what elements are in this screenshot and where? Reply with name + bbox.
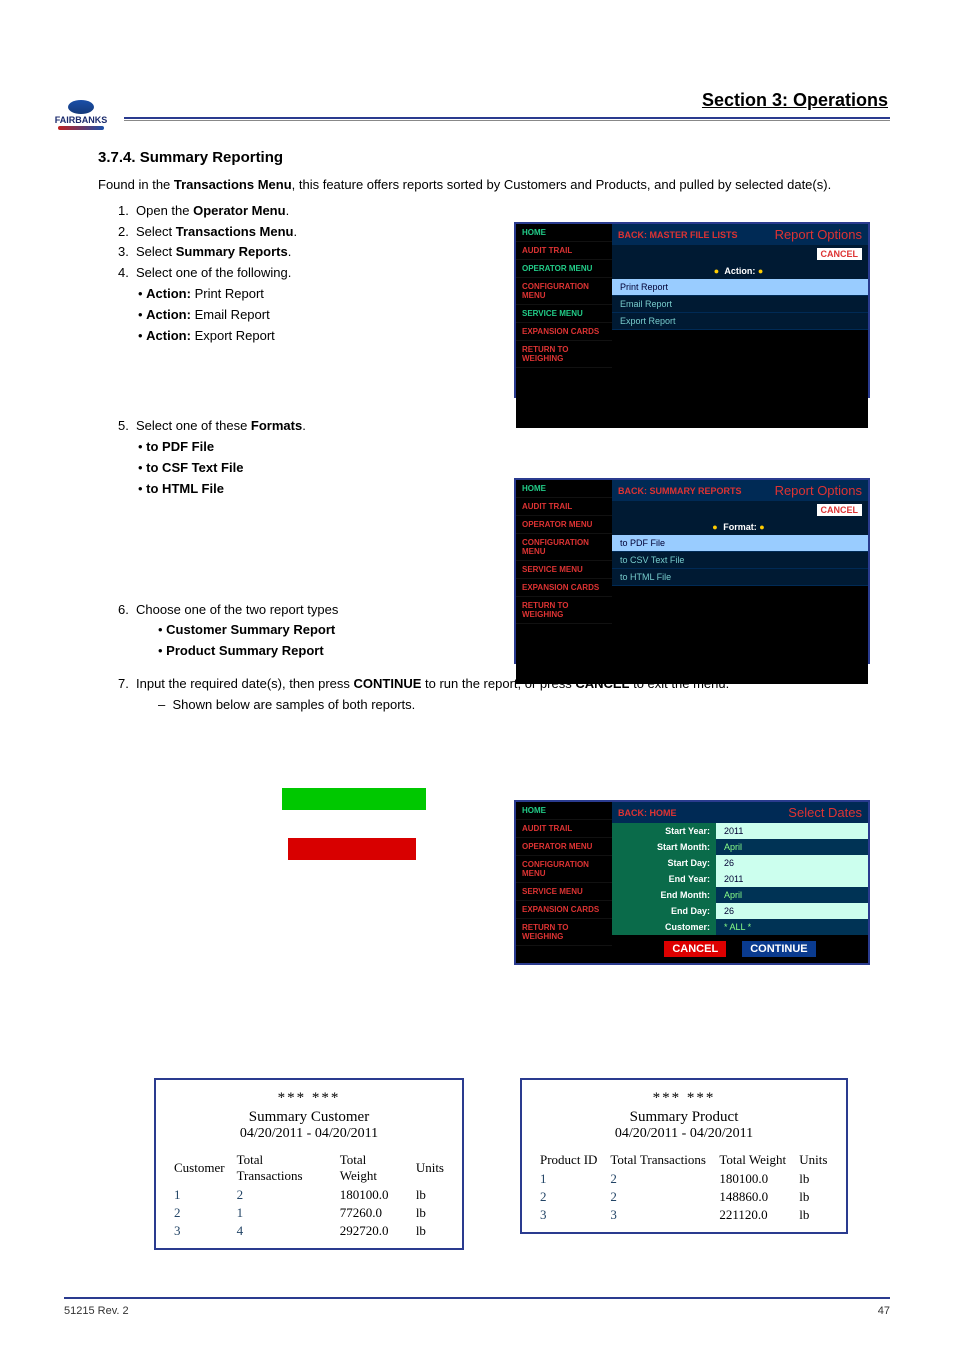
nav-service-menu[interactable]: SERVICE MENU — [516, 305, 612, 323]
table-row: 22148860.0lb — [534, 1188, 834, 1206]
nav-expansion-cards[interactable]: EXPANSION CARDS — [516, 579, 612, 597]
input-start-month[interactable]: April — [716, 839, 868, 855]
panel-title: Select Dates — [788, 805, 862, 820]
nav-operator-menu[interactable]: OPERATOR MENU — [516, 838, 612, 856]
opt-email-report[interactable]: Email Report — [612, 296, 868, 313]
nav-expansion-cards[interactable]: EXPANSION CARDS — [516, 901, 612, 919]
cancel-button[interactable]: CANCEL — [664, 941, 726, 957]
sample-product-report: *** *** Summary Product 04/20/2011 - 04/… — [520, 1078, 848, 1234]
intro-paragraph: Found in the Transactions Menu, this fea… — [98, 176, 890, 195]
step-7-note: – Shown below are samples of both report… — [158, 695, 890, 716]
input-end-month[interactable]: April — [716, 887, 868, 903]
nav-audit-trail[interactable]: AUDIT TRAIL — [516, 242, 612, 260]
nav-audit-trail[interactable]: AUDIT TRAIL — [516, 498, 612, 516]
input-start-day[interactable]: 26 — [716, 855, 868, 871]
table-row: 2177260.0lb — [168, 1204, 450, 1222]
table-row: 12180100.0lb — [168, 1186, 450, 1204]
panel-title: Report Options — [775, 227, 862, 242]
table-row: 12180100.0lb — [534, 1170, 834, 1188]
footer-page-number: 47 — [878, 1305, 890, 1317]
format-label: Format: — [723, 522, 757, 532]
card-title: Summary Product — [534, 1109, 834, 1126]
sample-customer-report: *** *** Summary Customer 04/20/2011 - 04… — [154, 1078, 464, 1250]
subsection-heading: 3.7.4. Summary Reporting — [98, 149, 890, 166]
nav-return-weighing[interactable]: RETURN TO WEIGHING — [516, 597, 612, 624]
screenshot-select-dates: HOME AUDIT TRAIL OPERATOR MENU CONFIGURA… — [514, 800, 870, 965]
page-footer: 51215 Rev. 2 47 — [64, 1297, 890, 1317]
nav-expansion-cards[interactable]: EXPANSION CARDS — [516, 323, 612, 341]
cancel-button[interactable]: CANCEL — [817, 248, 863, 260]
opt-export-report[interactable]: Export Report — [612, 313, 868, 330]
input-end-day[interactable]: 26 — [716, 903, 868, 919]
nav-config-menu[interactable]: CONFIGURATION MENU — [516, 856, 612, 883]
label-end-day: End Day: — [612, 903, 716, 919]
input-start-year[interactable]: 2011 — [716, 823, 868, 839]
nav-return-weighing[interactable]: RETURN TO WEIGHING — [516, 919, 612, 946]
label-start-year: Start Year: — [612, 823, 716, 839]
nav-home[interactable]: HOME — [516, 224, 612, 242]
label-start-day: Start Day: — [612, 855, 716, 871]
footer-doc-rev: 51215 Rev. 2 — [64, 1305, 129, 1317]
nav-operator-menu[interactable]: OPERATOR MENU — [516, 516, 612, 534]
opt-to-csv[interactable]: to CSV Text File — [612, 552, 868, 569]
section-title: Section 3: Operations — [64, 90, 888, 111]
nav-config-menu[interactable]: CONFIGURATION MENU — [516, 534, 612, 561]
opt-print-report[interactable]: Print Report — [612, 279, 868, 296]
nav-service-menu[interactable]: SERVICE MENU — [516, 883, 612, 901]
action-label: Action: — [724, 266, 755, 276]
table-row: 34292720.0lb — [168, 1222, 450, 1240]
label-end-month: End Month: — [612, 887, 716, 903]
highlight-product-report — [288, 838, 416, 860]
nav-home[interactable]: HOME — [516, 480, 612, 498]
input-customer[interactable]: * ALL * — [716, 919, 868, 935]
customer-table: Customer Total Transactions Total Weight… — [168, 1150, 450, 1240]
step-1: 1.Open the Operator Menu. — [118, 201, 890, 222]
nav-operator-menu[interactable]: OPERATOR MENU — [516, 260, 612, 278]
opt-to-html[interactable]: to HTML File — [612, 569, 868, 586]
nav-home[interactable]: HOME — [516, 802, 612, 820]
step-5-opt-csv: • to CSF Text File — [138, 458, 890, 479]
cancel-button[interactable]: CANCEL — [817, 504, 863, 516]
product-table: Product ID Total Transactions Total Weig… — [534, 1150, 834, 1224]
card-date-range: 04/20/2011 - 04/20/2011 — [534, 1126, 834, 1142]
panel-title: Report Options — [775, 483, 862, 498]
brand-logo: FAIRBANKS — [54, 100, 108, 140]
screenshot-report-options-format: HOME AUDIT TRAIL OPERATOR MENU CONFIGURA… — [514, 478, 870, 664]
screenshot-report-options-action: HOME AUDIT TRAIL OPERATOR MENU CONFIGURA… — [514, 222, 870, 398]
label-end-year: End Year: — [612, 871, 716, 887]
table-row: 33221120.0lb — [534, 1206, 834, 1224]
card-date-range: 04/20/2011 - 04/20/2011 — [168, 1126, 450, 1142]
opt-to-pdf[interactable]: to PDF File — [612, 535, 868, 552]
back-link[interactable]: BACK: SUMMARY REPORTS — [618, 486, 742, 496]
nav-config-menu[interactable]: CONFIGURATION MENU — [516, 278, 612, 305]
input-end-year[interactable]: 2011 — [716, 871, 868, 887]
nav-audit-trail[interactable]: AUDIT TRAIL — [516, 820, 612, 838]
card-title: Summary Customer — [168, 1109, 450, 1126]
back-link[interactable]: BACK: HOME — [618, 808, 677, 818]
highlight-customer-report — [282, 788, 426, 810]
label-start-month: Start Month: — [612, 839, 716, 855]
label-customer: Customer: — [612, 919, 716, 935]
nav-return-weighing[interactable]: RETURN TO WEIGHING — [516, 341, 612, 368]
continue-button[interactable]: CONTINUE — [742, 941, 815, 957]
back-link[interactable]: BACK: MASTER FILE LISTS — [618, 230, 738, 240]
nav-service-menu[interactable]: SERVICE MENU — [516, 561, 612, 579]
header-rule — [124, 117, 890, 121]
step-5-opt-pdf: • to PDF File — [138, 437, 890, 458]
